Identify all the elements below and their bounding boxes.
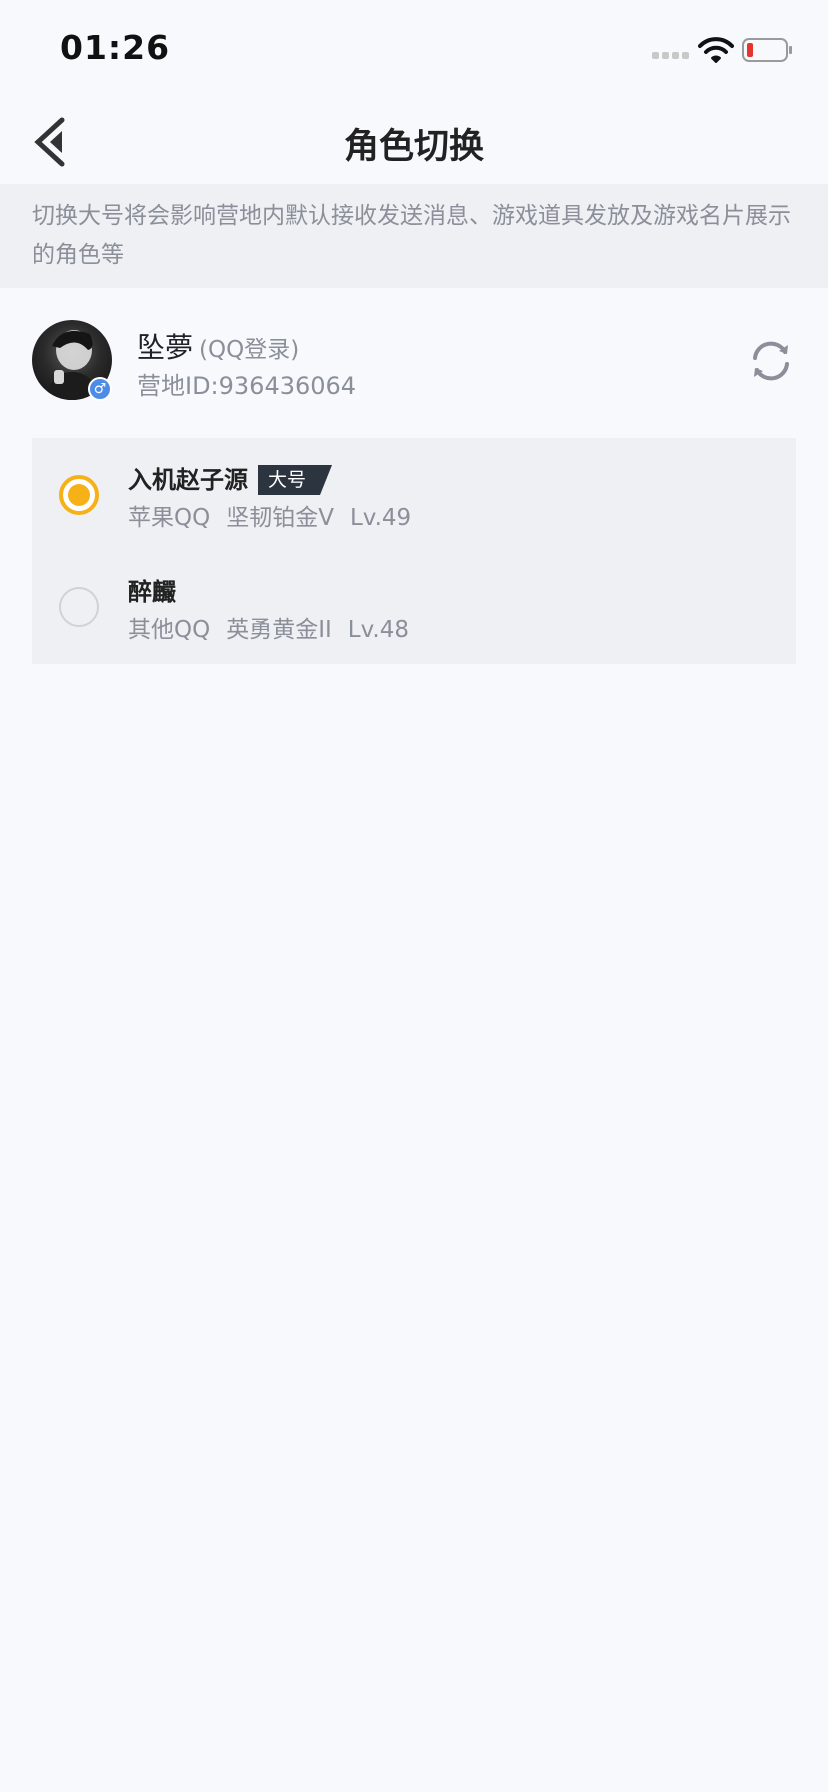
role-list: 入机赵子源 大号 苹果QQ 坚韧铂金V Lv.49 醉麣 其他QQ 英勇黄金II Lv.4… bbox=[32, 438, 796, 664]
role-level: Lv.49 bbox=[349, 505, 412, 531]
wifi-icon bbox=[698, 37, 734, 63]
role-detail: 苹果QQ 坚韧铂金V Lv.49 bbox=[128, 498, 427, 532]
role-platform: 苹果QQ bbox=[128, 505, 211, 531]
radio-selected[interactable] bbox=[59, 475, 99, 515]
signal-icon bbox=[652, 52, 690, 60]
list-item[interactable]: 入机赵子源 大号 苹果QQ 坚韧铂金V Lv.49 bbox=[32, 438, 796, 550]
role-switch-screen: 01:26 角色切换 切换大号将会影响营地内默认接收发送消息、游戏道具发放及游戏… bbox=[0, 0, 828, 1792]
refresh-button[interactable] bbox=[748, 338, 794, 384]
role-platform: 其他QQ bbox=[128, 617, 211, 643]
page-title: 角色切换 bbox=[343, 127, 484, 167]
camp-id: 营地ID:936436064 bbox=[137, 372, 357, 400]
refresh-icon bbox=[753, 341, 789, 381]
nav-bar: 角色切换 bbox=[0, 100, 828, 184]
user-info: ♂ 坠夢 (QQ登录) 营地ID:936436064 bbox=[0, 318, 828, 402]
male-gender-icon: ♂ bbox=[88, 377, 112, 401]
main-account-badge: 大号 bbox=[258, 465, 333, 495]
role-rank: 坚韧铂金V bbox=[226, 505, 334, 531]
role-rank: 英勇黄金II bbox=[226, 617, 332, 643]
battery-low-icon bbox=[742, 38, 792, 62]
notice-text: 切换大号将会影响营地内默认接收发送消息、游戏道具发放及游戏名片展示的角色等 bbox=[32, 203, 791, 268]
role-detail: 其他QQ 英勇黄金II Lv.48 bbox=[128, 610, 425, 644]
login-type: (QQ登录) bbox=[199, 337, 300, 363]
notice-banner: 切换大号将会影响营地内默认接收发送消息、游戏道具发放及游戏名片展示的角色等 bbox=[0, 184, 828, 288]
user-nickname: 坠夢 bbox=[137, 331, 194, 364]
role-name: 入机赵子源 大号 bbox=[128, 460, 333, 495]
user-name: 坠夢 (QQ登录) bbox=[137, 326, 299, 366]
role-level: Lv.48 bbox=[347, 617, 410, 643]
list-item[interactable]: 醉麣 其他QQ 英勇黄金II Lv.48 bbox=[32, 550, 796, 662]
status-bar: 01:26 bbox=[0, 0, 828, 100]
radio-unselected[interactable] bbox=[59, 587, 99, 627]
status-time: 01:26 bbox=[60, 28, 171, 67]
role-name: 醉麣 bbox=[128, 572, 176, 607]
role-name-text: 入机赵子源 bbox=[128, 466, 248, 494]
role-name-text: 醉麣 bbox=[128, 578, 176, 606]
